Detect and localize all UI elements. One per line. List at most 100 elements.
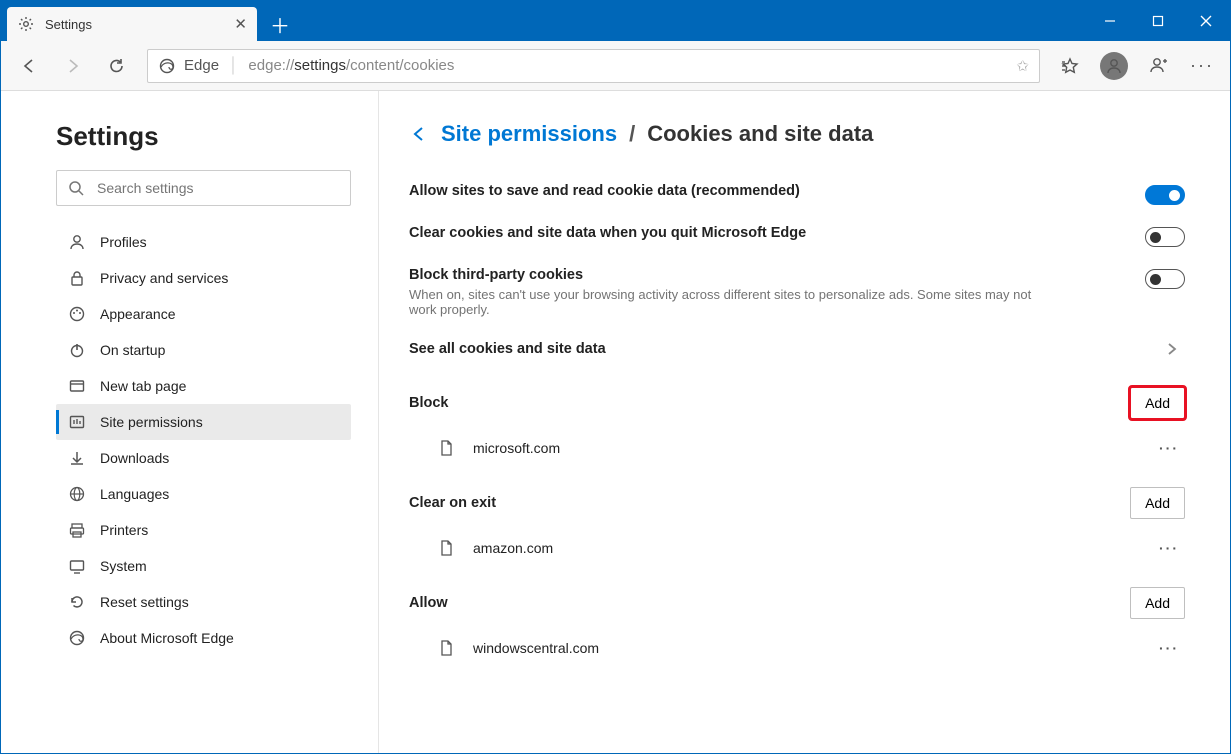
gear-icon [17,15,35,33]
see-all-label: See all cookies and site data [409,341,606,357]
section-title: Clear on exit [409,495,496,511]
printer-icon [68,521,86,539]
sidebar-item-label: About Microsoft Edge [100,630,234,646]
app-label: Edge [184,57,219,74]
more-menu-button[interactable]: ··· [1182,46,1222,86]
more-actions-button[interactable]: ··· [1159,440,1179,456]
content-area: Settings Profiles Privacy and services App… [1,91,1230,753]
window-titlebar: Settings ✕ ＋ [1,1,1230,41]
sidebar-item-label: Reset settings [100,594,189,610]
sidebar-item-label: Site permissions [100,414,203,430]
forward-button[interactable] [53,46,93,86]
sidebar-item-site-permissions[interactable]: Site permissions [56,404,351,440]
person-icon [68,233,86,251]
setting-toggle-row: Allow sites to save and read cookie data… [409,173,1185,215]
breadcrumb-current: Cookies and site data [647,121,873,147]
sidebar-item-privacy-and-services[interactable]: Privacy and services [56,260,351,296]
file-icon [437,539,455,557]
new-tab-button[interactable]: ＋ [263,7,297,41]
site-domain: amazon.com [473,540,553,556]
search-settings-input[interactable] [95,179,340,197]
collections-button[interactable] [1138,46,1178,86]
refresh-button[interactable] [97,46,137,86]
section-header-allow: Allow Add [409,571,1185,625]
setting-toggle-row: Block third-party cookies When on, sites… [409,257,1185,327]
sidebar-item-profiles[interactable]: Profiles [56,224,351,260]
settings-nav: Profiles Privacy and services Appearance On… [56,224,351,656]
newtab-icon [68,377,86,395]
site-entry: windowscentral.com ··· [409,625,1185,671]
lock-icon [68,269,86,287]
section-header-clear-on-exit: Clear on exit Add [409,471,1185,525]
section-title: Allow [409,595,448,611]
favorites-button[interactable] [1050,46,1090,86]
add-site-button[interactable]: Add [1130,487,1185,519]
breadcrumb-parent-link[interactable]: Site permissions [441,121,617,147]
close-window-button[interactable] [1182,1,1230,41]
section-header-block: Block Add [409,371,1185,425]
sidebar-item-downloads[interactable]: Downloads [56,440,351,476]
toggle-switch[interactable] [1145,269,1185,289]
close-tab-icon[interactable]: ✕ [234,15,247,33]
toggle-label: Allow sites to save and read cookie data… [409,183,800,199]
chevron-right-icon [1165,342,1179,356]
back-button[interactable] [9,46,49,86]
tab-title: Settings [45,17,92,32]
file-icon [437,439,455,457]
add-site-button[interactable]: Add [1130,587,1185,619]
sidebar-item-about-microsoft-edge[interactable]: About Microsoft Edge [56,620,351,656]
minimize-button[interactable] [1086,1,1134,41]
toggle-switch[interactable] [1145,185,1185,205]
address-bar[interactable]: Edge │ edge://settings/content/cookies ✩ [147,49,1040,83]
site-entry: microsoft.com ··· [409,425,1185,471]
url-text: edge://settings/content/cookies [248,57,454,74]
tab-strip: Settings ✕ ＋ [7,1,297,41]
setting-toggle-row: Clear cookies and site data when you qui… [409,215,1185,257]
more-actions-button[interactable]: ··· [1159,640,1179,656]
sidebar-item-label: Downloads [100,450,169,466]
site-domain: windowscentral.com [473,640,599,656]
breadcrumb-back-icon[interactable] [409,124,429,144]
sidebar-item-system[interactable]: System [56,548,351,584]
browser-tab-settings[interactable]: Settings ✕ [7,7,257,41]
sidebar-item-label: Languages [100,486,169,502]
window-controls [1086,1,1230,41]
search-icon [67,179,85,197]
file-icon [437,639,455,657]
sidebar-item-printers[interactable]: Printers [56,512,351,548]
palette-icon [68,305,86,323]
toggle-label: Block third-party cookies [409,267,1049,283]
language-icon [68,485,86,503]
browser-toolbar: Edge │ edge://settings/content/cookies ✩… [1,41,1230,91]
toggle-switch[interactable] [1145,227,1185,247]
power-icon [68,341,86,359]
maximize-button[interactable] [1134,1,1182,41]
sidebar-item-label: Privacy and services [100,270,228,286]
sidebar-item-reset-settings[interactable]: Reset settings [56,584,351,620]
see-all-cookies-link[interactable]: See all cookies and site data [409,327,1185,371]
site-entry: amazon.com ··· [409,525,1185,571]
sidebar-item-languages[interactable]: Languages [56,476,351,512]
system-icon [68,557,86,575]
sidebar-item-label: On startup [100,342,165,358]
add-site-button[interactable]: Add [1130,387,1185,419]
profile-avatar[interactable] [1094,46,1134,86]
edge-icon [68,629,86,647]
reset-icon [68,593,86,611]
breadcrumb-separator: / [629,121,635,147]
breadcrumb: Site permissions / Cookies and site data [409,121,1185,147]
search-settings-box[interactable] [56,170,351,206]
settings-heading: Settings [56,121,358,152]
sidebar-item-on-startup[interactable]: On startup [56,332,351,368]
settings-sidebar: Settings Profiles Privacy and services App… [1,91,379,753]
site-domain: microsoft.com [473,440,560,456]
sidebar-item-label: New tab page [100,378,186,394]
section-title: Block [409,395,449,411]
sidebar-item-appearance[interactable]: Appearance [56,296,351,332]
sidebar-item-label: Profiles [100,234,147,250]
sidebar-item-label: System [100,558,147,574]
sidebar-item-new-tab-page[interactable]: New tab page [56,368,351,404]
more-actions-button[interactable]: ··· [1159,540,1179,556]
separator-icon: │ [229,57,238,74]
favorite-star-icon[interactable]: ✩ [1016,57,1029,75]
